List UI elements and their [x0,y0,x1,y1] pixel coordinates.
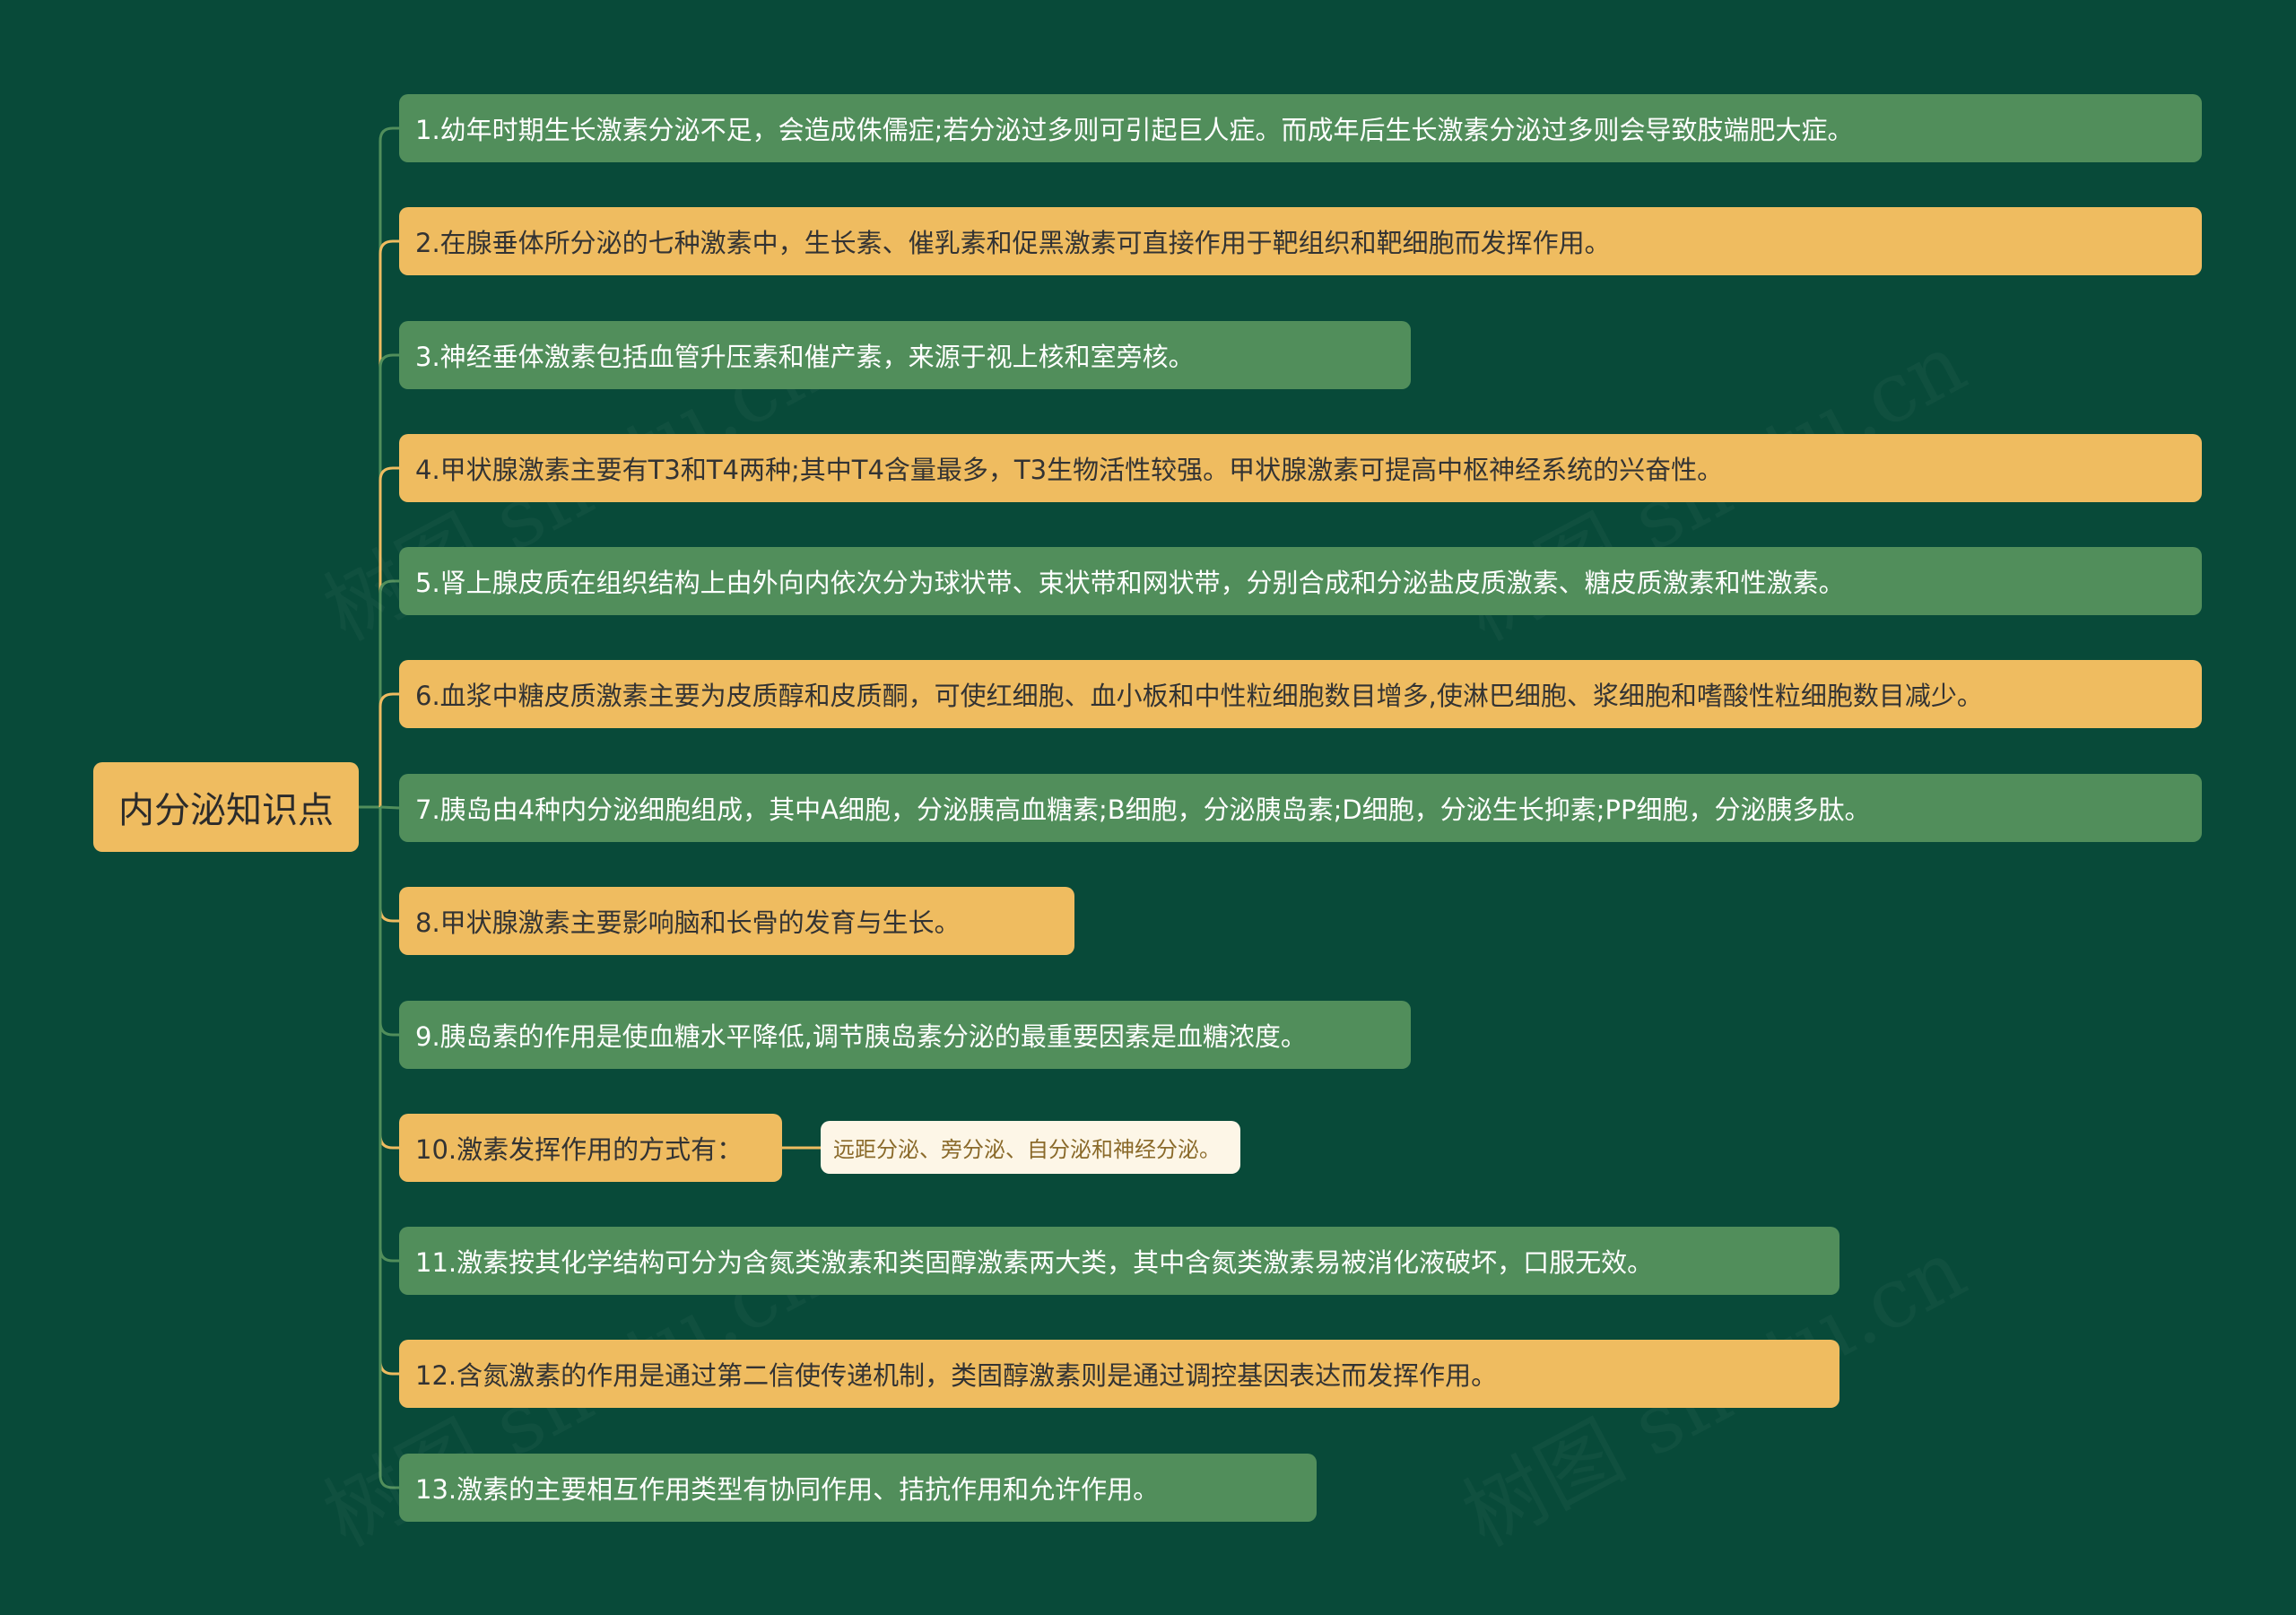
root-topic[interactable]: 内分泌知识点 [93,762,359,852]
connector-2 [378,239,399,807]
connector-8 [378,807,399,923]
topic-13[interactable]: 13.激素的主要相互作用类型有协同作用、拮抗作用和允许作用。 [399,1454,1317,1522]
topic-4[interactable]: 4.甲状腺激素主要有T3和T4两种;其中T4含量最多，T3生物活性较强。甲状腺激… [399,434,2202,502]
topic-8[interactable]: 8.甲状腺激素主要影响脑和长骨的发育与生长。 [399,887,1074,955]
topic-7[interactable]: 7.胰岛由4种内分泌细胞组成，其中A细胞，分泌胰高血糖素;B细胞，分泌胰岛素;D… [399,774,2202,842]
topic-5[interactable]: 5.肾上腺皮质在组织结构上由外向内依次分为球状带、束状带和网状带，分别合成和分泌… [399,547,2202,615]
topic-11[interactable]: 11.激素按其化学结构可分为含氮类激素和类固醇激素两大类，其中含氮类激素易被消化… [399,1227,1839,1295]
topic-2[interactable]: 2.在腺垂体所分泌的七种激素中，生长素、催乳素和促黑激素可直接作用于靶组织和靶细… [399,207,2202,275]
topic-9[interactable]: 9.胰岛素的作用是使血糖水平降低,调节胰岛素分泌的最重要因素是血糖浓度。 [399,1001,1411,1069]
topic-1[interactable]: 1.幼年时期生长激素分泌不足，会造成侏儒症;若分泌过多则可引起巨人症。而成年后生… [399,94,2202,162]
topic-3[interactable]: 3.神经垂体激素包括血管升压素和催产素，来源于视上核和室旁核。 [399,321,1411,389]
topic-12[interactable]: 12.含氮激素的作用是通过第二信使传递机制，类固醇激素则是通过调控基因表达而发挥… [399,1340,1839,1408]
connector-12 [378,807,399,1376]
connector-4 [378,466,399,807]
connector-10 [378,807,399,1150]
topic-6[interactable]: 6.血浆中糖皮质激素主要为皮质醇和皮质酮，可使红细胞、血小板和中性粒细胞数目增多… [399,660,2202,728]
connector-7 [379,805,400,810]
subtopic-10-1[interactable]: 远距分泌、旁分泌、自分泌和神经分泌。 [821,1121,1240,1174]
topic-10[interactable]: 10.激素发挥作用的方式有： [399,1114,782,1182]
connector-6 [378,692,399,807]
